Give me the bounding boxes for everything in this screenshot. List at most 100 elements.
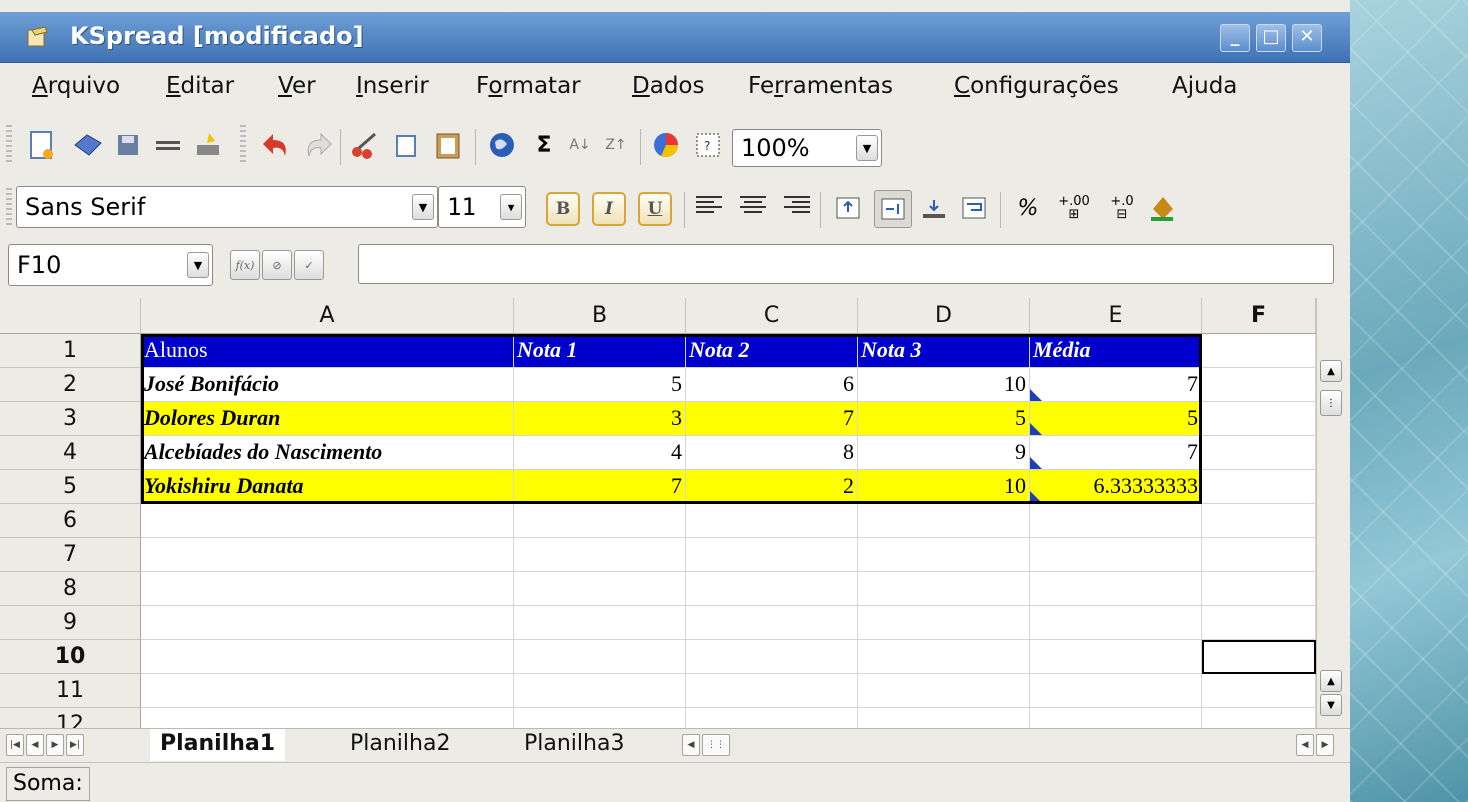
grade-cell[interactable]: 7: [686, 402, 858, 436]
grid-cell[interactable]: [686, 640, 858, 674]
grade-cell[interactable]: 9: [858, 436, 1030, 470]
grid-cell[interactable]: [1202, 708, 1316, 728]
chevron-down-icon[interactable]: ▼: [500, 194, 522, 220]
grid-cell[interactable]: [858, 674, 1030, 708]
grade-cell[interactable]: 8: [686, 436, 858, 470]
menu-dados[interactable]: Dados: [632, 73, 704, 99]
menu-editar[interactable]: Editar: [166, 73, 234, 99]
row-header-8[interactable]: 8: [0, 572, 141, 606]
column-header-f[interactable]: F: [1202, 298, 1316, 334]
grid-cell[interactable]: [1202, 334, 1316, 368]
sort-descending-icon[interactable]: Z↑: [598, 127, 634, 163]
header-cell[interactable]: Alunos: [141, 334, 514, 368]
grid-cell[interactable]: [858, 708, 1030, 728]
font-name-combo[interactable]: Sans Serif ▼: [16, 186, 438, 228]
grid-cell[interactable]: [1030, 606, 1202, 640]
grid-cell[interactable]: [1030, 538, 1202, 572]
grid-cell[interactable]: [858, 640, 1030, 674]
scroll-left-icon[interactable]: ◀: [1296, 734, 1314, 756]
row-header-9[interactable]: 9: [0, 606, 141, 640]
grade-cell[interactable]: 7: [514, 470, 686, 504]
row-header-12[interactable]: 12: [0, 708, 141, 728]
wrap-text-icon[interactable]: [956, 190, 992, 226]
fill-color-icon[interactable]: [1144, 190, 1180, 226]
web-globe-icon[interactable]: [484, 127, 520, 163]
column-header-e[interactable]: E: [1030, 298, 1202, 334]
grade-cell[interactable]: 5: [1030, 402, 1202, 436]
chart-icon[interactable]: [648, 127, 684, 163]
grid-cell[interactable]: [514, 504, 686, 538]
grid-cell[interactable]: [1030, 674, 1202, 708]
grid-cell[interactable]: [141, 606, 514, 640]
column-header-a[interactable]: A: [141, 298, 514, 334]
open-document-icon[interactable]: [70, 127, 106, 163]
grid-cell[interactable]: [1202, 674, 1316, 708]
grade-cell[interactable]: 10: [858, 368, 1030, 402]
grade-cell[interactable]: 7: [1030, 368, 1202, 402]
grid-cell[interactable]: [141, 504, 514, 538]
student-name-cell[interactable]: Dolores Duran: [141, 402, 514, 436]
grade-cell[interactable]: 10: [858, 470, 1030, 504]
close-button[interactable]: ✕: [1292, 24, 1322, 52]
grid-cell[interactable]: [1030, 708, 1202, 728]
grid-cell[interactable]: [514, 538, 686, 572]
grid-cell[interactable]: [1202, 572, 1316, 606]
toolbar-grip[interactable]: [6, 125, 12, 165]
row-header-7[interactable]: 7: [0, 538, 141, 572]
bold-button[interactable]: B: [546, 192, 580, 226]
grid-cell[interactable]: [1030, 572, 1202, 606]
column-header-d[interactable]: D: [858, 298, 1030, 334]
grade-cell[interactable]: 6: [686, 368, 858, 402]
grid-cell[interactable]: [686, 538, 858, 572]
grid-cell[interactable]: [686, 572, 858, 606]
tab-planilha2[interactable]: Planilha2: [340, 729, 460, 759]
grid-cell[interactable]: [686, 708, 858, 728]
menu-arquivo[interactable]: Arquivo: [32, 73, 120, 99]
grade-cell[interactable]: 6.33333333: [1030, 470, 1202, 504]
grid-cell[interactable]: [141, 708, 514, 728]
scroll-thumb[interactable]: ⋮: [1320, 390, 1342, 416]
scroll-up-icon[interactable]: ▲: [1320, 670, 1342, 692]
menu-ajuda[interactable]: Ajuda: [1172, 73, 1237, 99]
tab-planilha3[interactable]: Planilha3: [514, 729, 634, 759]
align-top-icon[interactable]: [830, 190, 866, 226]
selected-cell-f10[interactable]: [1202, 640, 1316, 674]
function-wizard-icon[interactable]: f(x): [230, 250, 260, 280]
accept-edit-icon[interactable]: ✓: [294, 250, 324, 280]
menu-ferramentas[interactable]: Ferramentas: [748, 73, 893, 99]
print-preview-icon[interactable]: [150, 127, 186, 163]
italic-button[interactable]: I: [592, 192, 626, 226]
menu-inserir[interactable]: Inserir: [356, 73, 429, 99]
student-name-cell[interactable]: Alcebíades do Nascimento: [141, 436, 514, 470]
grid-cell[interactable]: [686, 504, 858, 538]
align-middle-icon[interactable]: [874, 190, 912, 228]
horizontal-scroll-thumb[interactable]: ⋮⋮: [702, 734, 730, 756]
student-name-cell[interactable]: José Bonifácio: [141, 368, 514, 402]
previous-sheet-icon[interactable]: ◀: [26, 734, 44, 756]
row-header-1[interactable]: 1: [0, 334, 141, 368]
font-size-combo[interactable]: 11 ▼: [438, 186, 526, 228]
grid-cell[interactable]: [514, 572, 686, 606]
copy-icon[interactable]: [390, 127, 426, 163]
autosum-icon[interactable]: Σ: [526, 127, 562, 163]
grade-cell[interactable]: 3: [514, 402, 686, 436]
align-center-icon[interactable]: [740, 196, 766, 218]
grid-cell[interactable]: [514, 606, 686, 640]
percent-format-button[interactable]: %: [1010, 190, 1046, 226]
scroll-up-icon[interactable]: ▲: [1320, 360, 1342, 382]
row-header-5[interactable]: 5: [0, 470, 141, 504]
grid-cell[interactable]: [1202, 504, 1316, 538]
redo-icon[interactable]: [300, 127, 336, 163]
grade-cell[interactable]: 5: [514, 368, 686, 402]
grid-cell[interactable]: [858, 538, 1030, 572]
grid-cell[interactable]: [1202, 606, 1316, 640]
column-header-c[interactable]: C: [686, 298, 858, 334]
increase-precision-icon[interactable]: +.00 ⊞: [1056, 190, 1092, 226]
align-right-icon[interactable]: [784, 196, 810, 218]
row-header-11[interactable]: 11: [0, 674, 141, 708]
cancel-edit-icon[interactable]: ⊘: [262, 250, 292, 280]
menu-ver[interactable]: Ver: [278, 73, 316, 99]
grid-cell[interactable]: [858, 572, 1030, 606]
column-header-b[interactable]: B: [514, 298, 686, 334]
maximize-button[interactable]: □: [1256, 24, 1286, 52]
